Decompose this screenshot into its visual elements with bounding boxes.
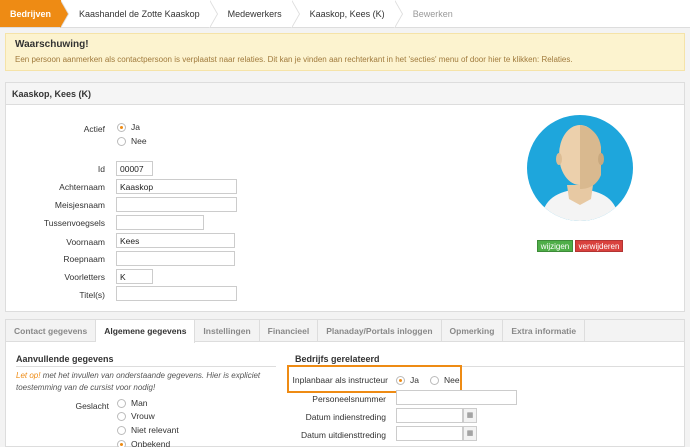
tab-extra-informatie[interactable]: Extra informatie <box>503 320 586 342</box>
tab-instellingen[interactable]: Instellingen <box>195 320 260 342</box>
instructeur-radio-nee[interactable]: Nee <box>430 375 460 385</box>
warning-alert: Waarschuwing! Een persoon aanmerken als … <box>5 33 685 71</box>
section-divider <box>16 366 276 367</box>
meisjesnaam-field[interactable] <box>116 197 237 212</box>
id-label: Id <box>97 164 105 174</box>
achternaam-field[interactable]: Kaaskop <box>116 179 237 194</box>
titels-label: Titel(s) <box>79 290 105 300</box>
delete-photo-button[interactable]: verwijderen <box>575 240 623 252</box>
warning-title: Waarschuwing! <box>15 39 89 50</box>
instructeur-radio-ja[interactable]: Ja <box>396 375 419 385</box>
breadcrumb-item-company[interactable]: Kaashandel de Zotte Kaaskop <box>61 0 218 28</box>
avatar <box>527 115 633 221</box>
roepnaam-label: Roepnaam <box>63 254 105 264</box>
meisjesnaam-label: Meisjesnaam <box>54 200 105 210</box>
radio-dot <box>117 411 126 421</box>
breadcrumb-item-medewerkers[interactable]: Medewerkers <box>209 0 300 28</box>
breadcrumb: Bedrijven Kaashandel de Zotte Kaaskop Me… <box>0 0 690 28</box>
id-field[interactable]: 00007 <box>116 161 153 176</box>
tab-planaday-portals[interactable]: Planaday/Portals inloggen <box>318 320 442 342</box>
consent-note: Let op! met het invullen van onderstaand… <box>16 371 261 392</box>
person-silhouette-icon <box>541 125 619 221</box>
calendar-icon[interactable]: ▦ <box>463 408 477 423</box>
voornaam-label: Voornaam <box>66 237 105 247</box>
radio-dot <box>117 425 126 435</box>
datum-uit-label: Datum uitdiensttreding <box>300 430 386 440</box>
geslacht-radio-niet-relevant[interactable]: Niet relevant <box>117 425 179 435</box>
tussenvoegsels-label: Tussenvoegsels <box>43 218 105 228</box>
titels-field[interactable] <box>116 286 237 301</box>
tab-contact-gegevens[interactable]: Contact gegevens <box>6 320 97 342</box>
tussenvoegsels-field[interactable] <box>116 215 204 230</box>
radio-dot <box>117 398 126 408</box>
person-panel-title: Kaaskop, Kees (K) <box>6 83 684 105</box>
datum-in-label: Datum indienstreding <box>305 412 386 422</box>
tab-algemene-gegevens[interactable]: Algemene gegevens <box>96 320 196 343</box>
voorletters-label: Voorletters <box>64 272 105 282</box>
tab-opmerking[interactable]: Opmerking <box>442 320 504 342</box>
tab-bar: Contact gegevens Algemene gegevens Inste… <box>6 320 684 343</box>
voornaam-field[interactable]: Kees <box>116 233 235 248</box>
breadcrumb-item-bewerken: Bewerken <box>394 0 463 27</box>
geslacht-radio-man[interactable]: Man <box>117 398 148 408</box>
radio-dot <box>117 439 126 447</box>
achternaam-label: Achternaam <box>59 182 105 192</box>
instructeur-label: Inplanbaar als instructeur <box>292 375 388 385</box>
radio-dot <box>117 136 126 146</box>
breadcrumb-item-person[interactable]: Kaaskop, Kees (K) <box>291 0 403 28</box>
radio-dot <box>430 375 439 385</box>
geslacht-radio-onbekend[interactable]: Onbekend <box>117 439 170 447</box>
change-photo-button[interactable]: wijzigen <box>537 240 573 252</box>
actief-radio-ja[interactable]: Ja <box>117 122 140 132</box>
bedrijfs-gerelateerd-title: Bedrijfs gerelateerd <box>295 354 380 364</box>
personeelsnummer-label: Personeelsnummer <box>312 394 386 404</box>
personeelsnummer-field[interactable] <box>396 390 517 405</box>
radio-dot <box>117 122 126 132</box>
radio-dot <box>396 375 405 385</box>
geslacht-radio-vrouw[interactable]: Vrouw <box>117 411 155 421</box>
breadcrumb-item-bedrijven[interactable]: Bedrijven <box>0 0 70 28</box>
datum-in-field[interactable] <box>396 408 463 423</box>
aanvullende-gegevens-title: Aanvullende gegevens <box>16 354 114 364</box>
datum-uit-field[interactable] <box>396 426 463 441</box>
geslacht-label: Geslacht <box>75 401 109 411</box>
roepnaam-field[interactable] <box>116 251 235 266</box>
voorletters-field[interactable]: K <box>116 269 153 284</box>
actief-label: Actief <box>83 124 105 134</box>
calendar-icon[interactable]: ▦ <box>463 426 477 441</box>
tab-financieel[interactable]: Financieel <box>260 320 319 342</box>
actief-radio-nee[interactable]: Nee <box>117 136 147 146</box>
warning-text[interactable]: Een persoon aanmerken als contactpersoon… <box>15 55 675 64</box>
